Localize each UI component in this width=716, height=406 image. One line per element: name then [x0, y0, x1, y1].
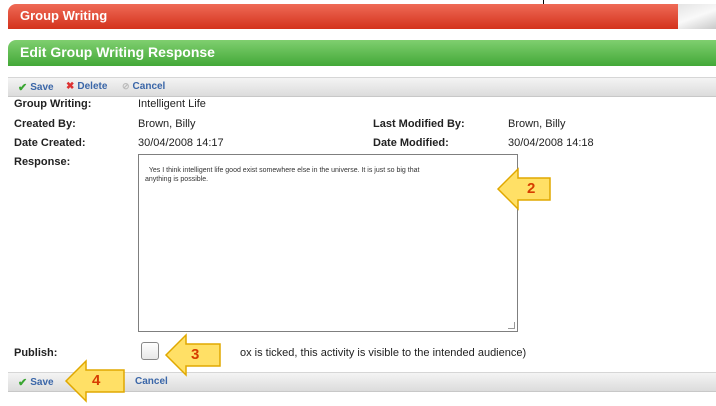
page-title: Edit Group Writing Response — [20, 44, 215, 60]
response-label: Response: — [14, 156, 71, 168]
page-curl-corner — [678, 4, 716, 29]
group-writing-label: Group Writing: — [14, 98, 92, 110]
created-by-label: Created By: — [14, 118, 76, 130]
date-modified-label: Date Modified: — [373, 137, 449, 149]
date-created-label: Date Created: — [14, 137, 86, 149]
last-modified-by-label: Last Modified By: — [373, 118, 465, 130]
save-button-bottom[interactable]: ✔ Save — [18, 376, 54, 389]
module-title: Group Writing — [20, 8, 108, 23]
cancel-button[interactable]: ⊘ Cancel — [122, 81, 165, 92]
delete-x-icon: ✖ — [66, 81, 75, 92]
delete-button[interactable]: ✖ Delete — [66, 81, 107, 92]
resize-handle-icon[interactable] — [508, 322, 515, 329]
publish-checkbox[interactable] — [141, 342, 159, 360]
check-icon: ✔ — [18, 377, 28, 389]
callout-step-3: 3 — [162, 330, 224, 380]
publish-hint: ox is ticked, this activity is visible t… — [240, 347, 527, 359]
group-writing-value: Intelligent Life — [138, 98, 206, 110]
module-header: Group Writing — [8, 4, 716, 29]
response-textarea[interactable]: Yes I think intelligent life good exist … — [138, 154, 518, 332]
created-by-value: Brown, Billy — [138, 118, 196, 130]
top-toolbar: ✔ Save ✖ Delete ⊘ Cancel — [8, 77, 716, 97]
cancel-icon: ⊘ — [122, 81, 130, 91]
check-icon: ✔ — [18, 82, 28, 94]
response-text: Yes I think intelligent life good exist … — [145, 167, 420, 183]
callout-step-4: 4 — [62, 356, 128, 406]
save-button[interactable]: ✔ Save — [18, 81, 54, 94]
publish-label: Publish: — [14, 347, 58, 359]
last-modified-by-value: Brown, Billy — [508, 118, 566, 130]
page-header: Edit Group Writing Response — [8, 40, 716, 66]
callout-step-2: 2 — [494, 164, 554, 214]
date-modified-value: 30/04/2008 14:18 — [508, 137, 594, 149]
date-created-value: 30/04/2008 14:17 — [138, 137, 224, 149]
